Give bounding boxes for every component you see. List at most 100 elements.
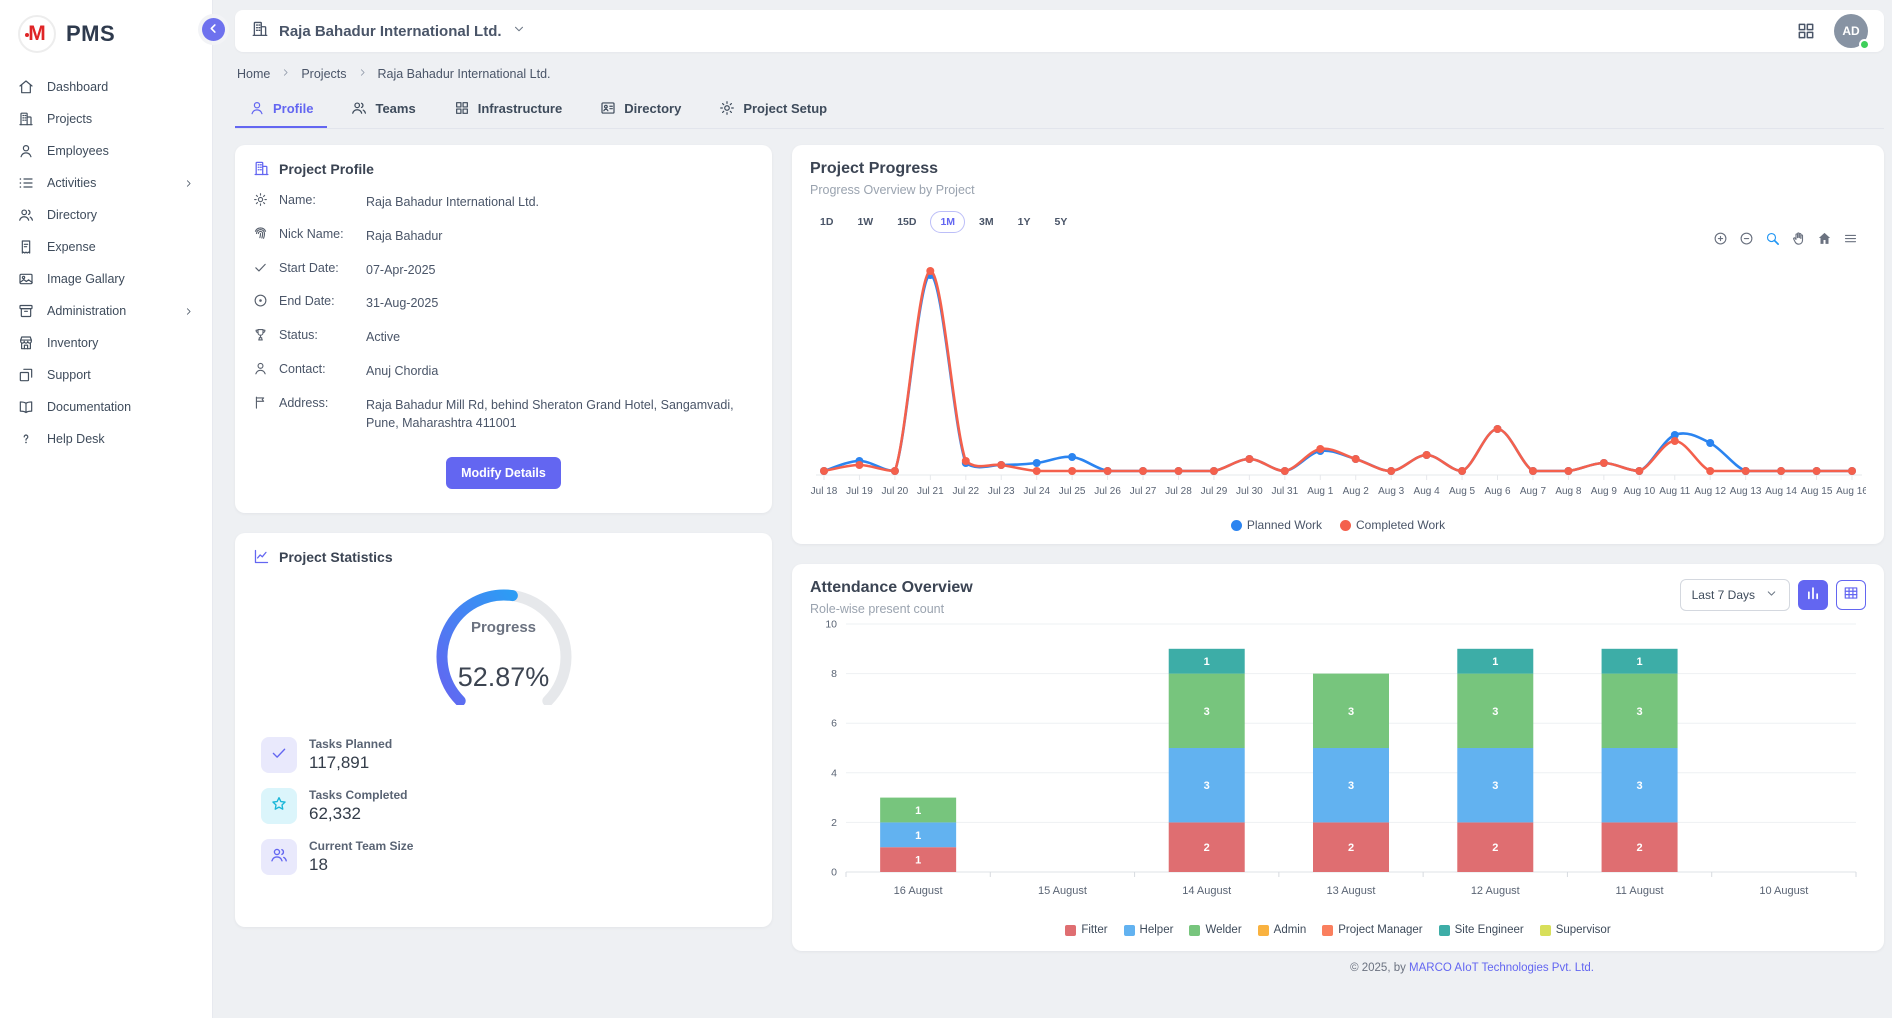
legend-fitter[interactable]: Fitter [1065,924,1107,936]
breadcrumb-item-projects[interactable]: Projects [301,67,346,81]
range-button-15d[interactable]: 15D [887,211,926,233]
progress-line-chart[interactable]: Jul 18Jul 19Jul 20Jul 21Jul 22Jul 23Jul … [810,257,1866,512]
legend-helper[interactable]: Helper [1124,924,1174,936]
modify-details-button[interactable]: Modify Details [446,457,561,489]
svg-text:3: 3 [1348,706,1354,718]
breadcrumb-item-raja-bahadur-international-ltd: Raja Bahadur International Ltd. [378,67,551,81]
field-address: Address:Raja Bahadur Mill Rd, behind She… [253,396,754,434]
legend-admin[interactable]: Admin [1258,924,1307,936]
field-value-start-date: 07-Apr-2025 [366,261,754,280]
user-avatar[interactable]: AD [1834,14,1868,48]
gauge-value: 52.87% [253,662,754,693]
bar-view-button[interactable] [1798,580,1828,610]
tab-directory[interactable]: Directory [586,91,695,128]
profile-fields: Name:Raja Bahadur International Ltd.Nick… [253,193,754,433]
legend-welder[interactable]: Welder [1189,924,1241,936]
tab-project-setup[interactable]: Project Setup [705,91,841,128]
field-label: Contact: [279,362,355,376]
range-button-3m[interactable]: 3M [969,211,1004,233]
legend-completed-work[interactable]: Completed Work [1340,518,1445,532]
breadcrumb-item-home[interactable]: Home [237,67,270,81]
field-label: Name: [279,193,355,207]
pan-icon[interactable] [1791,231,1806,251]
chevron-left-icon [207,22,220,38]
sidebar-item-inventory[interactable]: Inventory [0,327,212,359]
attendance-bar-chart[interactable]: 024681011116 August15 August233114 Augus… [810,616,1866,919]
footer: © 2025, by MARCO AIoT Technologies Pvt. … [235,951,1884,982]
tab-label: Teams [375,101,415,116]
legend-supervisor[interactable]: Supervisor [1540,924,1611,936]
building-icon [251,20,269,42]
chevron-right-icon [183,178,194,189]
svg-text:3: 3 [1204,780,1210,792]
tab-teams[interactable]: Teams [337,91,429,128]
selection-zoom-icon[interactable] [1765,231,1780,251]
sidebar-item-dashboard[interactable]: Dashboard [0,71,212,103]
project-profile-card: Project Profile Name:Raja Bahadur Intern… [235,145,772,513]
tab-label: Profile [273,101,313,116]
attendance-subtitle: Role-wise present count [810,602,973,616]
legend-label: Fitter [1081,924,1107,936]
svg-text:10 August: 10 August [1759,885,1808,897]
range-button-1d[interactable]: 1D [810,211,843,233]
tab-profile[interactable]: Profile [235,91,327,128]
apps-grid-icon[interactable] [1796,21,1816,41]
svg-text:Jul 19: Jul 19 [846,486,873,497]
legend-project-manager[interactable]: Project Manager [1322,924,1422,936]
svg-text:3: 3 [1348,780,1354,792]
sidebar-item-label: Directory [47,208,194,222]
footer-company-link[interactable]: MARCO AIoT Technologies Pvt. Ltd. [1409,962,1594,974]
table-view-button[interactable] [1836,580,1866,610]
legend-planned-work[interactable]: Planned Work [1231,518,1322,532]
field-nick-name: Nick Name:Raja Bahadur [253,227,754,246]
sidebar-item-label: Dashboard [47,80,194,94]
range-button-5y[interactable]: 5Y [1044,211,1077,233]
star-icon [261,788,297,824]
sidebar-item-administration[interactable]: Administration [0,295,212,327]
sidebar-item-expense[interactable]: Expense [0,231,212,263]
receipt-icon [18,239,34,255]
stat-text: Current Team Size18 [309,839,413,875]
svg-text:Jul 24: Jul 24 [1023,486,1050,497]
svg-text:3: 3 [1492,780,1498,792]
svg-text:16 August: 16 August [894,885,943,897]
zoom-in-icon[interactable] [1713,231,1728,251]
legend-dot-icon [1340,520,1351,531]
stat-tasks-completed: Tasks Completed62,332 [261,788,754,824]
svg-text:Aug 14: Aug 14 [1765,486,1797,497]
legend-square-icon [1258,925,1269,936]
sidebar-item-projects[interactable]: Projects [0,103,212,135]
flag-icon [253,395,268,410]
svg-text:Aug 8: Aug 8 [1555,486,1582,497]
sidebar-item-image-gallary[interactable]: Image Gallary [0,263,212,295]
date-range-dropdown[interactable]: Last 7 Days [1680,579,1790,611]
zoom-out-icon[interactable] [1739,231,1754,251]
range-button-1y[interactable]: 1Y [1008,211,1041,233]
logo-text: PMS [66,21,115,47]
company-selector[interactable]: Raja Bahadur International Ltd. [251,20,526,42]
tab-infrastructure[interactable]: Infrastructure [440,91,577,128]
chart-menu-icon[interactable] [1843,231,1858,251]
sidebar-item-employees[interactable]: Employees [0,135,212,167]
sidebar-collapse-button[interactable] [202,18,225,41]
sidebar-item-support[interactable]: Support [0,359,212,391]
range-button-1m[interactable]: 1M [930,211,965,233]
sidebar-item-directory[interactable]: Directory [0,199,212,231]
tab-label: Project Setup [743,101,827,116]
sidebar-item-activities[interactable]: Activities [0,167,212,199]
copy-icon [18,367,34,383]
svg-text:Jul 30: Jul 30 [1236,486,1263,497]
sidebar-item-documentation[interactable]: Documentation [0,391,212,423]
range-button-1w[interactable]: 1W [847,211,883,233]
sidebar-item-help-desk[interactable]: Help Desk [0,423,212,455]
legend-site-engineer[interactable]: Site Engineer [1439,924,1524,936]
breadcrumb: Home Projects Raja Bahadur International L… [235,52,1884,91]
tab-label: Directory [624,101,681,116]
stat-label: Current Team Size [309,839,413,853]
building-icon [253,160,270,177]
reset-zoom-icon[interactable] [1817,231,1832,251]
book-icon [18,399,34,415]
app-logo[interactable]: M PMS [0,0,212,71]
submenu-arrow [183,306,194,317]
gauge-label: Progress [409,619,599,636]
